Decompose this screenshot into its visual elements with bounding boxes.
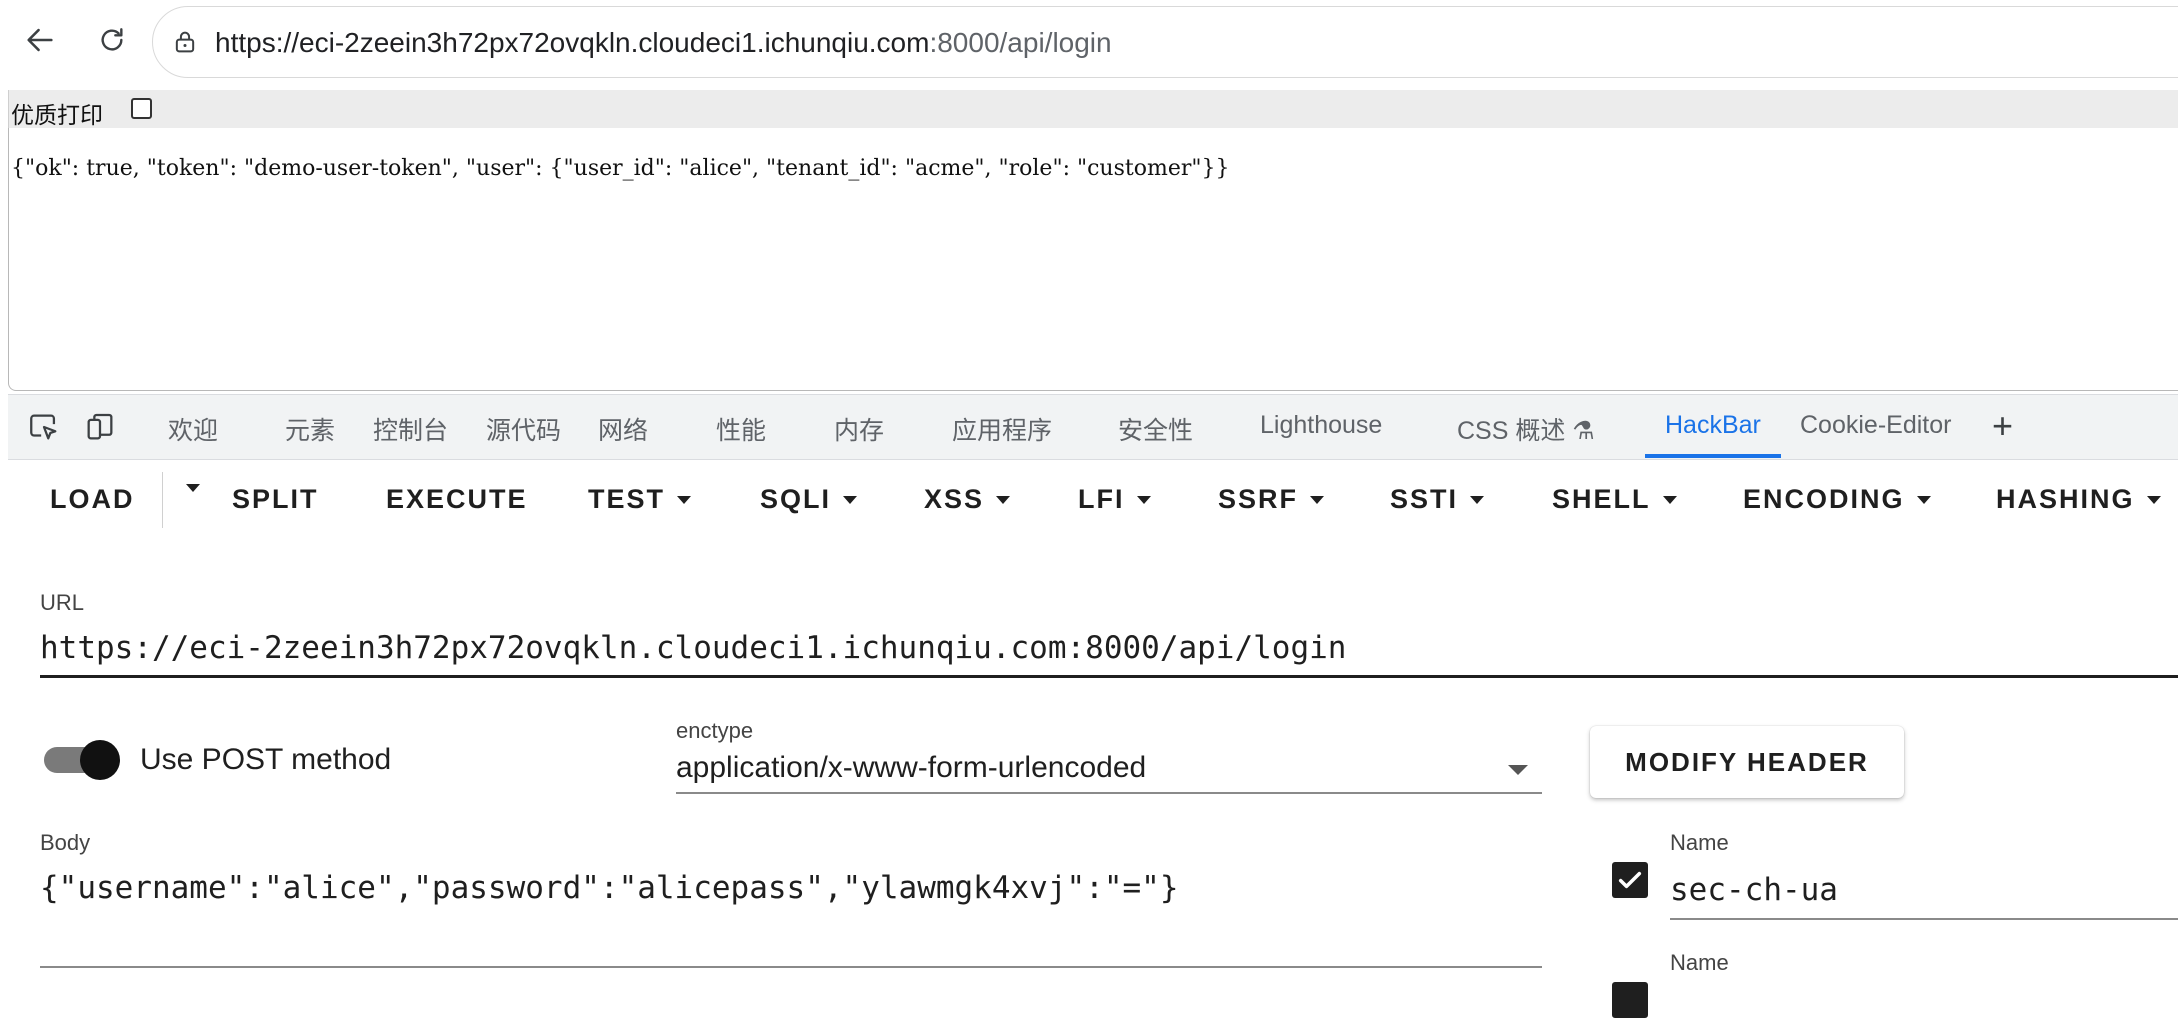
site-info-icon[interactable] <box>171 28 199 56</box>
test-menu-button[interactable]: TEST <box>588 484 692 515</box>
header-enable-checkbox-2[interactable] <box>1612 982 1648 1018</box>
ssti-label: SSTI <box>1390 484 1459 514</box>
devtools-tab-strip: 欢迎 元素 控制台 源代码 网络 性能 内存 应用程序 安全性 Lighthou… <box>8 394 2178 460</box>
dropdown-arrow-icon[interactable] <box>1508 765 1528 775</box>
url-input[interactable]: https://eci-2zeein3h72px72ovqkln.cloudec… <box>40 630 1346 666</box>
modify-header-button[interactable]: MODIFY HEADER <box>1590 726 1904 798</box>
execute-button[interactable]: EXECUTE <box>386 484 528 515</box>
browser-toolbar: https://eci-2zeein3h72px72ovqkln.cloudec… <box>0 0 2178 88</box>
url-field-label: URL <box>40 590 85 615</box>
lfi-menu-button[interactable]: LFI <box>1078 484 1151 515</box>
tab-performance[interactable]: 性能 <box>716 411 766 447</box>
tab-welcome[interactable]: 欢迎 <box>168 411 218 447</box>
xss-label: XSS <box>924 484 985 514</box>
shell-label: SHELL <box>1552 484 1651 514</box>
encoding-menu-button[interactable]: ENCODING <box>1743 484 1931 515</box>
encoding-label: ENCODING <box>1743 484 1905 514</box>
header-name-input[interactable]: sec-ch-ua <box>1670 872 1838 908</box>
tab-css-overview[interactable]: CSS 概述 ⚗ <box>1457 411 1595 447</box>
tab-elements[interactable]: 元素 <box>285 411 335 447</box>
print-label: 优质打印 <box>11 103 103 129</box>
url-path: :8000/api/login <box>929 27 1112 58</box>
chevron-down-icon <box>996 495 1011 504</box>
tab-console[interactable]: 控制台 <box>373 411 448 447</box>
load-button[interactable]: LOAD <box>50 484 135 515</box>
header-name-label: Name <box>1670 830 1729 855</box>
enctype-label: enctype <box>676 718 754 743</box>
hashing-label: HASHING <box>1996 484 2135 514</box>
enctype-select[interactable]: application/x-www-form-urlencoded <box>676 751 1146 785</box>
tab-cookie-editor[interactable]: Cookie-Editor <box>1800 411 1951 440</box>
print-bar: 优质打印 <box>8 90 2178 129</box>
tab-application[interactable]: 应用程序 <box>952 411 1052 447</box>
address-url: https://eci-2zeein3h72px72ovqkln.cloudec… <box>215 27 1112 59</box>
tab-network[interactable]: 网络 <box>598 411 648 447</box>
json-response-panel: {"ok": true, "token": "demo-user-token",… <box>8 128 2178 391</box>
chevron-down-icon <box>1662 495 1677 504</box>
body-label: Body <box>40 830 91 855</box>
checkmark-icon <box>1618 871 1642 889</box>
more-tabs-plus-icon[interactable]: + <box>1992 405 2013 447</box>
json-response-text: {"ok": true, "token": "demo-user-token",… <box>11 156 1230 181</box>
hashing-menu-button[interactable]: HASHING <box>1996 484 2161 515</box>
shell-menu-button[interactable]: SHELL <box>1552 484 1677 515</box>
chevron-down-icon <box>1136 495 1151 504</box>
chevron-down-icon <box>2146 495 2161 504</box>
chevron-down-icon <box>1470 495 1485 504</box>
split-button[interactable]: SPLIT <box>232 484 319 515</box>
xss-menu-button[interactable]: XSS <box>924 484 1011 515</box>
tab-sources[interactable]: 源代码 <box>486 411 561 447</box>
sqli-menu-button[interactable]: SQLI <box>760 484 858 515</box>
back-arrow-icon <box>27 28 53 52</box>
address-bar[interactable]: https://eci-2zeein3h72px72ovqkln.cloudec… <box>152 6 2178 78</box>
body-textarea[interactable]: {"username":"alice","password":"alicepas… <box>40 870 1178 906</box>
ssti-menu-button[interactable]: SSTI <box>1390 484 1485 515</box>
chevron-down-icon <box>1916 495 1931 504</box>
header-enable-checkbox[interactable] <box>1612 862 1648 898</box>
chevron-down-icon <box>843 495 858 504</box>
url-input-underline <box>40 675 2178 678</box>
url-host: https://eci-2zeein3h72px72ovqkln.cloudec… <box>215 27 930 58</box>
tab-hackbar[interactable]: HackBar <box>1665 411 1761 440</box>
body-underline <box>40 966 1542 968</box>
test-label: TEST <box>588 484 666 514</box>
load-dropdown-button[interactable] <box>174 484 200 492</box>
device-toolbar-icon[interactable] <box>82 409 118 445</box>
toolbar-divider <box>162 472 163 528</box>
enctype-underline <box>676 792 1542 794</box>
hackbar-toolbar: LOAD SPLIT EXECUTE TEST SQLI XSS LFI SSR… <box>8 460 2178 536</box>
back-button[interactable] <box>16 16 64 64</box>
ssrf-label: SSRF <box>1218 484 1299 514</box>
chevron-down-icon <box>1310 495 1325 504</box>
active-tab-indicator <box>1645 454 1781 458</box>
sqli-label: SQLI <box>760 484 832 514</box>
reload-icon <box>101 28 123 51</box>
chevron-down-icon <box>677 495 692 504</box>
print-checkbox[interactable] <box>131 98 152 119</box>
tab-memory[interactable]: 内存 <box>834 411 884 447</box>
tab-lighthouse[interactable]: Lighthouse <box>1260 411 1382 440</box>
page-viewport: 优质打印 {"ok": true, "token": "demo-user-to… <box>0 88 2178 394</box>
reload-button[interactable] <box>88 16 136 64</box>
ssrf-menu-button[interactable]: SSRF <box>1218 484 1325 515</box>
inspect-element-icon[interactable] <box>26 409 62 445</box>
header-name-label-2: Name <box>1670 950 1729 975</box>
lfi-label: LFI <box>1078 484 1125 514</box>
post-toggle-label: Use POST method <box>140 743 392 776</box>
header-name-underline <box>1670 918 2178 920</box>
chevron-down-icon <box>186 484 200 492</box>
tab-security[interactable]: 安全性 <box>1118 411 1193 447</box>
post-toggle-switch[interactable] <box>80 740 120 780</box>
